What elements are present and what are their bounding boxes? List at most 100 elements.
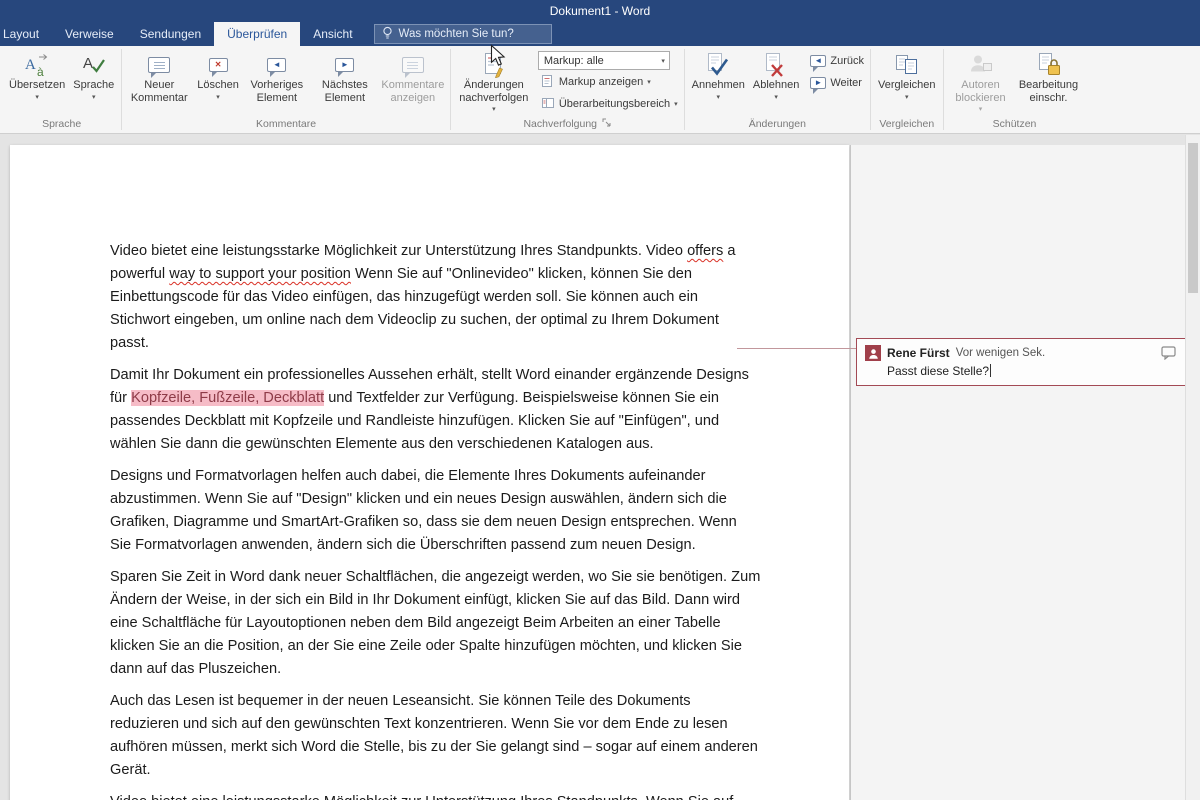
tab-verweise[interactable]: Verweise xyxy=(52,22,127,46)
reply-comment-icon[interactable] xyxy=(1161,346,1177,360)
group-label-nachverfolgung: Nachverfolgung xyxy=(451,116,684,133)
chevron-down-icon: ▾ xyxy=(774,93,778,101)
naechstes-element-button[interactable]: ► Nächstes Element xyxy=(311,49,379,104)
zurueck-arrow-icon: ◄ xyxy=(810,55,827,72)
button-label: Ablehnen xyxy=(752,79,800,91)
vertical-scrollbar[interactable] xyxy=(1185,135,1200,800)
ribbon-group-schuetzen: Autoren blockieren ▾ Bearbeitung einschr… xyxy=(944,46,1086,133)
annehmen-button[interactable]: Annehmen ▾ xyxy=(688,49,749,101)
tab-uberprufen[interactable]: Überprüfen xyxy=(214,22,301,46)
text-run: Video bietet eine leistungsstarke Möglic… xyxy=(110,243,688,259)
ribbon-tabs: Layout Verweise Sendungen Überprüfen Ansicht xyxy=(0,22,366,46)
lightbulb-icon xyxy=(382,26,393,43)
ablehnen-button[interactable]: Ablehnen ▾ xyxy=(749,49,804,101)
misspelled-text: way to support your position xyxy=(169,266,351,282)
zurueck-button[interactable]: ◄ Zurück xyxy=(807,51,867,72)
paragraph[interactable]: Designs und Formatvorlagen helfen auch d… xyxy=(110,465,761,557)
button-label: Annehmen xyxy=(691,79,745,91)
markup-combobox[interactable]: Markup: alle ▾ xyxy=(537,51,670,70)
bearbeitung-einschraenken-button[interactable]: Bearbeitung einschr. xyxy=(1015,49,1083,104)
button-label: Löschen xyxy=(197,79,239,91)
comment-connector-line xyxy=(737,348,856,349)
ribbon-group-aenderungen: Annehmen ▾ Ablehnen ▾ ◄ Zurück ► Weiter … xyxy=(685,46,870,133)
vergleichen-button[interactable]: Vergleichen ▾ xyxy=(874,49,940,101)
tellme-search[interactable]: Was möchten Sie tun? xyxy=(373,24,552,44)
button-label: Neuer Kommentar xyxy=(130,79,188,104)
comment-author: Rene Fürst xyxy=(887,346,950,360)
track-changes-icon xyxy=(483,51,505,79)
proofing-language-icon: A xyxy=(81,51,107,79)
block-authors-icon xyxy=(968,51,994,79)
document-workspace: Video bietet eine leistungsstarke Möglic… xyxy=(0,135,1200,800)
paragraph[interactable]: Video bietet eine leistungsstarke Möglic… xyxy=(110,240,761,355)
comments-pane: Rene Fürst Vor wenigen Sek. Passt diese … xyxy=(850,145,1186,800)
scrollbar-thumb[interactable] xyxy=(1188,143,1198,293)
accept-change-icon xyxy=(706,51,730,79)
group-label-vergleichen: Vergleichen xyxy=(879,117,935,130)
document-page[interactable]: Video bietet eine leistungsstarke Möglic… xyxy=(10,145,849,800)
group-label-sprache: Sprache xyxy=(42,117,82,130)
author-avatar xyxy=(865,345,881,361)
chevron-down-icon: ▾ xyxy=(92,93,96,101)
tellme-label: Was möchten Sie tun? xyxy=(398,28,514,40)
vorheriges-element-button[interactable]: ◄ Vorheriges Element xyxy=(243,49,311,104)
button-label: Markup anzeigen xyxy=(558,76,644,88)
button-label: Kommentare anzeigen xyxy=(381,79,445,104)
button-label: Zurück xyxy=(830,55,864,67)
tab-layout[interactable]: Layout xyxy=(0,22,52,46)
window-title: Dokument1 - Word xyxy=(549,4,651,18)
svg-text:A: A xyxy=(25,57,36,73)
svg-text:A: A xyxy=(83,55,93,72)
weiter-button[interactable]: ► Weiter xyxy=(807,73,867,94)
group-label-schuetzen: Schützen xyxy=(992,117,1037,130)
button-label: Änderungen nachverfolgen xyxy=(459,79,529,104)
paragraph[interactable]: Video bietet eine leistungsstarke Möglic… xyxy=(110,791,761,800)
autoren-blockieren-button: Autoren blockieren ▾ xyxy=(947,49,1015,113)
markup-value: Markup: alle xyxy=(543,54,604,67)
reject-change-icon xyxy=(764,51,788,79)
chevron-down-icon: ▾ xyxy=(661,57,665,65)
delete-comment-icon: ✕ xyxy=(208,51,228,79)
svg-text:à: à xyxy=(37,65,44,78)
kommentar-loeschen-button[interactable]: ✕ Löschen ▾ xyxy=(193,49,243,101)
ribbon-tab-bar: Layout Verweise Sendungen Überprüfen Ansicht… xyxy=(0,22,1200,46)
restrict-editing-icon xyxy=(1036,51,1062,79)
button-label: Nächstes Element xyxy=(321,79,368,104)
markup-anzeigen-button[interactable]: Markup anzeigen ▾ xyxy=(538,72,681,92)
chevron-down-icon: ▾ xyxy=(35,93,39,101)
misspelled-text: offers xyxy=(687,243,724,259)
reviewing-pane-icon xyxy=(541,96,555,113)
tab-sendungen[interactable]: Sendungen xyxy=(127,22,214,46)
dialog-launcher-icon[interactable] xyxy=(602,118,611,130)
comment-timestamp: Vor wenigen Sek. xyxy=(955,347,1046,359)
document-paragraphs: Video bietet eine leistungsstarke Möglic… xyxy=(10,145,849,800)
button-label: Übersetzen xyxy=(9,79,66,91)
ueberarbeitungsbereich-button[interactable]: Überarbeitungsbereich ▾ xyxy=(538,94,681,114)
weiter-arrow-icon: ► xyxy=(810,77,827,94)
button-label: Bearbeitung einschr. xyxy=(1018,79,1079,104)
paragraph[interactable]: Sparen Sie Zeit in Word dank neuer Schal… xyxy=(110,566,761,681)
chevron-down-icon: ▾ xyxy=(674,101,678,108)
neuer-kommentar-button[interactable]: Neuer Kommentar xyxy=(125,49,193,104)
ribbon-group-kommentare: Neuer Kommentar ✕ Löschen ▾ ◄ Vorheriges… xyxy=(122,46,450,133)
tab-ansicht[interactable]: Ansicht xyxy=(300,22,365,46)
comment-card[interactable]: Rene Fürst Vor wenigen Sek. Passt diese … xyxy=(856,338,1186,386)
button-label: Autoren blockieren xyxy=(955,79,1006,104)
ribbon-group-sprache: Aà Übersetzen ▾ A Sprache ▾ Sprache xyxy=(2,46,121,133)
uebersetzen-button[interactable]: Aà Übersetzen ▾ xyxy=(5,49,69,101)
button-label: Weiter xyxy=(830,77,862,89)
sprache-button[interactable]: A Sprache ▾ xyxy=(69,49,118,101)
chevron-down-icon: ▾ xyxy=(647,79,651,86)
group-label-aenderungen: Änderungen xyxy=(748,117,806,130)
word-window: Dokument1 - Word Layout Verweise Sendungen… xyxy=(0,0,1200,800)
titlebar: Dokument1 - Word xyxy=(0,0,1200,22)
text-run: Designs und Formatvorlagen helfen auch d… xyxy=(110,468,737,553)
ribbon-group-nachverfolgung: Änderungen nachverfolgen ▾ Markup: alle … xyxy=(451,46,684,133)
paragraph[interactable]: Damit Ihr Dokument ein professionelles A… xyxy=(110,364,761,456)
translate-icon: Aà xyxy=(24,51,50,79)
button-label: Überarbeitungsbereich xyxy=(558,98,671,110)
compare-icon xyxy=(894,51,920,79)
ribbon: Aà Übersetzen ▾ A Sprache ▾ Sprache Neue… xyxy=(0,46,1200,134)
aenderungen-nachverfolgen-button[interactable]: Änderungen nachverfolgen ▾ xyxy=(454,49,534,113)
paragraph[interactable]: Auch das Lesen ist bequemer in der neuen… xyxy=(110,690,761,782)
